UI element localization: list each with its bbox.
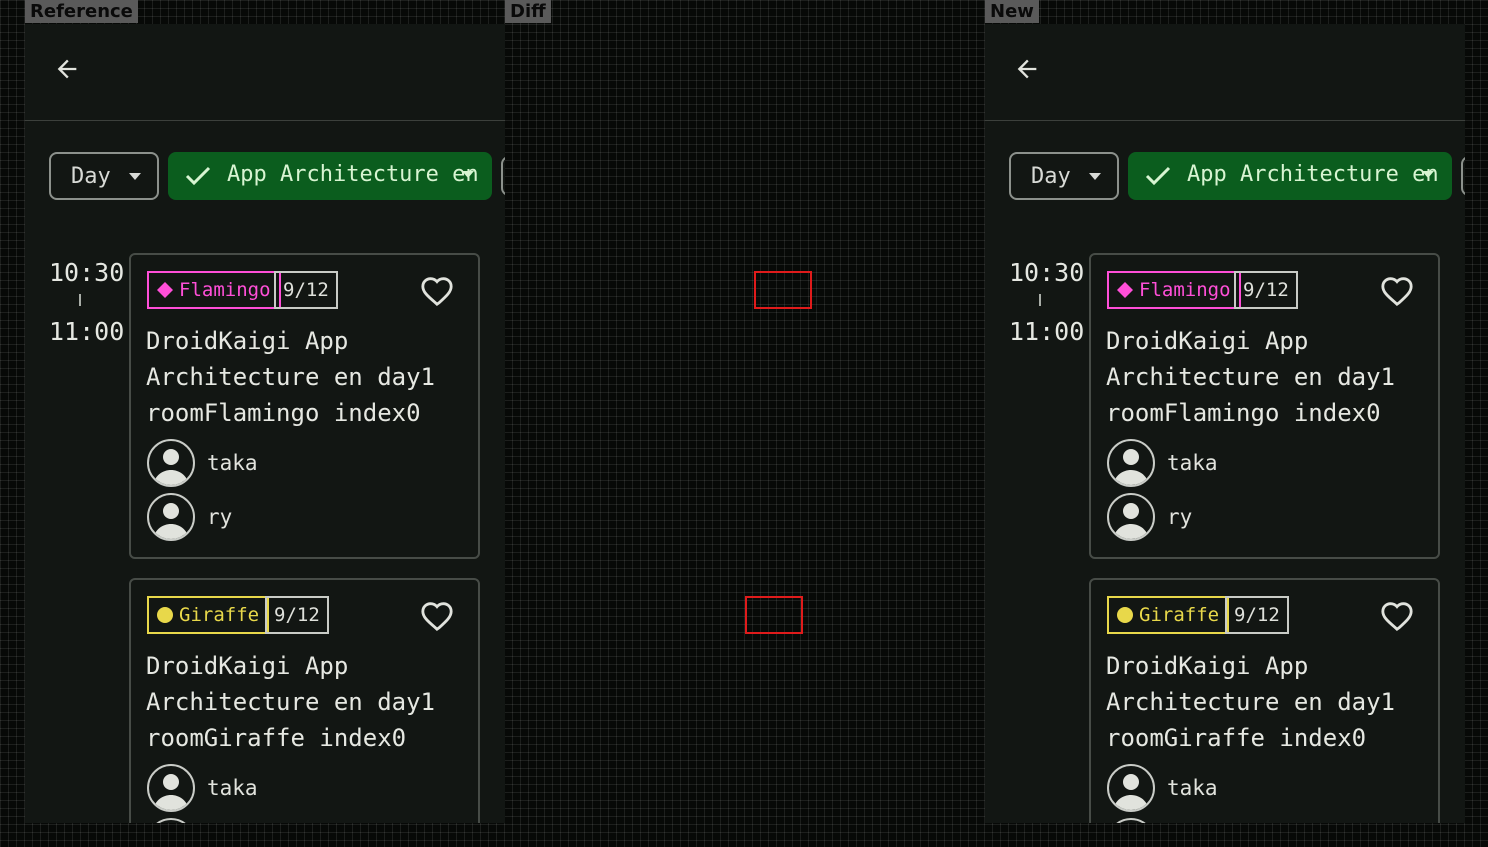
speaker-name: taka (207, 451, 258, 475)
avatar (147, 439, 195, 487)
day-filter-chip[interactable]: Day (1009, 152, 1119, 200)
next-filter-chip[interactable] (501, 156, 505, 196)
circle-icon (1117, 607, 1133, 623)
session-end-time: 11:00 (49, 317, 125, 346)
day-filter-chip[interactable]: Day (49, 152, 159, 200)
avatar (147, 764, 195, 812)
date-tag: 9/12 (274, 271, 338, 309)
person-icon (1113, 774, 1149, 810)
category-filter-label: App Architecture en (1187, 162, 1439, 187)
filter-chips: Day App Architecture en (1009, 152, 1465, 200)
dropdown-triangle-icon (462, 171, 474, 178)
category-filter-chip[interactable]: App Architecture en (1128, 152, 1452, 200)
day-filter-label: Day (71, 163, 111, 189)
diff-marker (754, 271, 812, 309)
reference-panel: Day App Architecture en 10:30 11:00 Flam… (25, 24, 505, 823)
top-app-bar (25, 24, 505, 121)
date-tag: 9/12 (265, 596, 329, 634)
session-title: DroidKaigi App Architecture en day1 room… (146, 327, 435, 427)
avatar (1107, 439, 1155, 487)
avatar (147, 493, 195, 541)
room-name: Giraffe (179, 604, 260, 626)
speaker-name: ry (207, 505, 233, 529)
session-title: DroidKaigi App Architecture en day1 room… (1106, 327, 1395, 427)
circle-icon (157, 607, 173, 623)
speaker-row: ry (1107, 493, 1192, 541)
dropdown-triangle-icon (129, 173, 141, 180)
person-icon (1109, 820, 1153, 823)
speaker-name: taka (1167, 451, 1218, 475)
check-icon (1145, 166, 1171, 186)
time-separator (79, 294, 81, 306)
avatar (1107, 493, 1155, 541)
session-title: DroidKaigi App Architecture en day1 room… (1106, 652, 1395, 752)
diamond-icon (1117, 282, 1133, 298)
room-tag: Flamingo (1107, 271, 1241, 309)
room-name: Flamingo (179, 279, 271, 301)
avatar (1107, 764, 1155, 812)
room-name: Giraffe (1139, 604, 1220, 626)
category-filter-label: App Architecture en (227, 162, 479, 187)
session-card[interactable]: Flamingo 9/12 DroidKaigi App Architectur… (1089, 253, 1440, 559)
speaker-row (1107, 818, 1155, 823)
new-label: New (985, 0, 1039, 23)
speaker-row: taka (1107, 764, 1218, 812)
check-icon (185, 166, 211, 186)
person-icon (149, 820, 193, 823)
date-tag: 9/12 (1234, 271, 1298, 309)
person-icon (1113, 503, 1149, 539)
category-filter-chip[interactable]: App Architecture en (168, 152, 492, 200)
session-start-time: 10:30 (49, 258, 125, 287)
next-filter-chip[interactable] (1461, 156, 1465, 196)
session-card[interactable]: Giraffe 9/12 DroidKaigi App Architecture… (129, 578, 480, 823)
favorite-heart-icon[interactable] (1380, 599, 1414, 631)
favorite-heart-icon[interactable] (1380, 274, 1414, 306)
filter-chips: Day App Architecture en (49, 152, 505, 200)
session-title: DroidKaigi App Architecture en day1 room… (146, 652, 435, 752)
person-icon (153, 503, 189, 539)
reference-label: Reference (25, 0, 138, 23)
date-tag: 9/12 (1225, 596, 1289, 634)
time-separator (1039, 294, 1041, 306)
room-tag: Giraffe (1107, 596, 1230, 634)
session-card[interactable]: Flamingo 9/12 DroidKaigi App Architectur… (129, 253, 480, 559)
arrow-back-icon (57, 59, 77, 79)
speaker-name: ry (1167, 505, 1193, 529)
room-tag: Flamingo (147, 271, 281, 309)
speaker-row: taka (147, 764, 258, 812)
back-button[interactable] (1009, 51, 1045, 87)
person-icon (153, 449, 189, 485)
speaker-row (147, 818, 195, 823)
diff-label: Diff (505, 0, 551, 23)
avatar (147, 818, 195, 823)
person-icon (153, 774, 189, 810)
favorite-heart-icon[interactable] (420, 599, 454, 631)
dropdown-triangle-icon (1089, 173, 1101, 180)
arrow-back-icon (1017, 59, 1037, 79)
room-tag: Giraffe (147, 596, 270, 634)
diamond-icon (157, 282, 173, 298)
person-icon (1113, 449, 1149, 485)
speaker-name: taka (1167, 776, 1218, 800)
session-start-time: 10:30 (1009, 258, 1085, 287)
favorite-heart-icon[interactable] (420, 274, 454, 306)
speaker-row: ry (147, 493, 232, 541)
session-end-time: 11:00 (1009, 317, 1085, 346)
diff-marker (745, 596, 803, 634)
dropdown-triangle-icon (1422, 171, 1434, 178)
new-panel: Day App Architecture en 10:30 11:00 Flam… (985, 24, 1465, 823)
day-filter-label: Day (1031, 163, 1071, 189)
speaker-row: taka (147, 439, 258, 487)
back-button[interactable] (49, 51, 85, 87)
session-card[interactable]: Giraffe 9/12 DroidKaigi App Architecture… (1089, 578, 1440, 823)
speaker-name: taka (207, 776, 258, 800)
speaker-row: taka (1107, 439, 1218, 487)
avatar (1107, 818, 1155, 823)
room-name: Flamingo (1139, 279, 1231, 301)
top-app-bar (985, 24, 1465, 121)
